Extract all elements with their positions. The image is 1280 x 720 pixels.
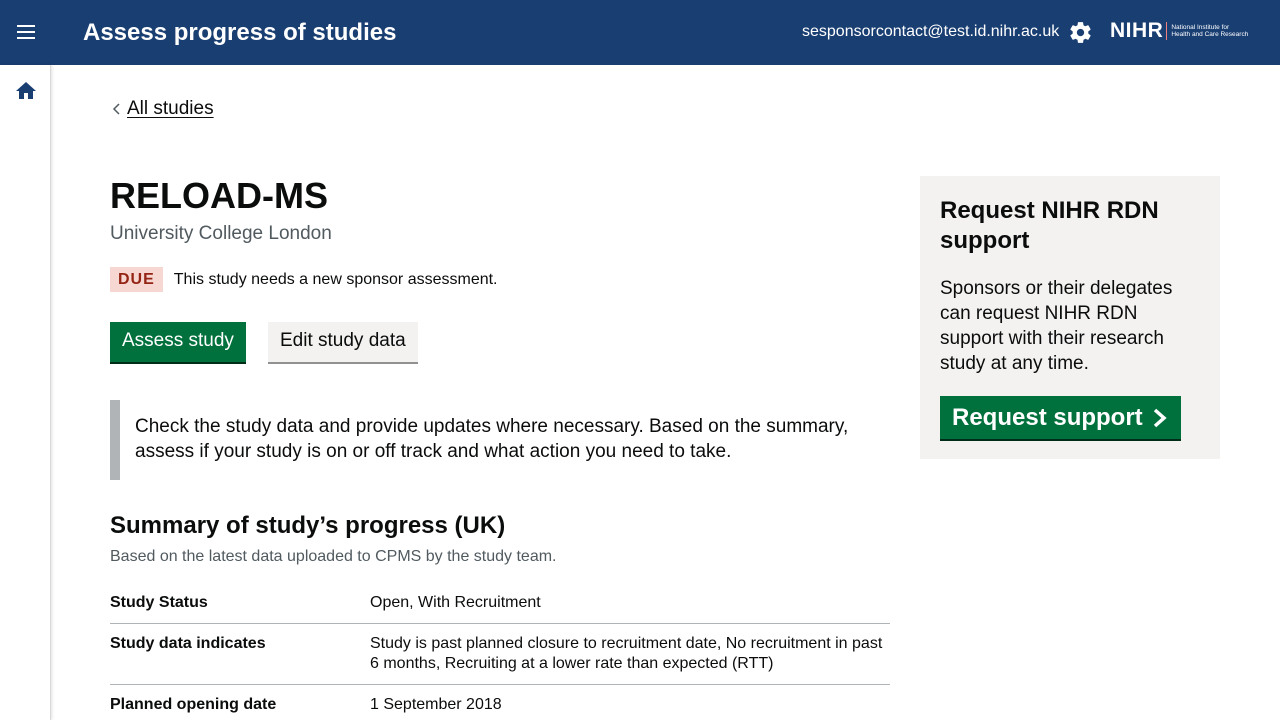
summary-key: Study data indicates <box>110 635 266 652</box>
study-title: RELOAD-MS <box>110 175 328 216</box>
summary-value: Study is past planned closure to recruit… <box>370 635 883 672</box>
status-badge: DUE <box>110 267 163 292</box>
logo-wordmark: NIHR <box>1110 19 1164 42</box>
summary-title: Summary of study’s progress (UK) <box>110 512 506 539</box>
summary-row: Study data indicates Study is past plann… <box>110 624 890 685</box>
side-navigation <box>0 65 51 720</box>
chevron-left-icon <box>112 103 120 115</box>
home-icon <box>16 82 36 99</box>
home-button[interactable] <box>14 79 38 103</box>
logo-subtitle-line-2: Health and Care Research <box>1171 31 1249 38</box>
breadcrumb: All studies <box>110 97 214 121</box>
support-panel: Request NIHR RDN support Sponsors or the… <box>920 176 1220 459</box>
summary-list: Study Status Open, With Recruitment Stud… <box>110 584 890 720</box>
request-support-button[interactable]: Request support <box>940 396 1181 439</box>
logo-subtitle-line-1: National Institute for <box>1171 23 1230 31</box>
study-organisation: University College London <box>110 223 332 244</box>
app-header: Assess progress of studies sesponsorcont… <box>0 0 1280 65</box>
summary-row: Planned opening date 1 September 2018 <box>110 685 890 720</box>
support-panel-body: Sponsors or their delegates can request … <box>940 278 1173 374</box>
logo-divider <box>1166 22 1168 40</box>
assess-study-button[interactable]: Assess study <box>110 322 246 362</box>
app-title: Assess progress of studies <box>83 19 397 46</box>
summary-value: Open, With Recruitment <box>370 594 541 611</box>
chevron-right-icon <box>1153 408 1167 427</box>
user-email: sesponsorcontact@test.id.nihr.ac.uk <box>802 23 1060 40</box>
summary-key: Planned opening date <box>110 696 277 713</box>
menu-button[interactable] <box>10 15 44 49</box>
inset-text: Check the study data and provide updates… <box>110 400 890 480</box>
gear-icon <box>1070 22 1091 43</box>
menu-icon <box>17 25 35 39</box>
logo-subtitle: National Institute for Health and Care R… <box>1171 24 1248 39</box>
summary-key: Study Status <box>110 594 208 611</box>
settings-button[interactable] <box>1068 20 1093 45</box>
summary-row: Study Status Open, With Recruitment <box>110 584 890 624</box>
summary-subtitle: Based on the latest data uploaded to CPM… <box>110 548 557 565</box>
request-support-label: Request support <box>952 403 1143 431</box>
all-studies-link[interactable]: All studies <box>127 97 214 121</box>
support-panel-title: Request NIHR RDN support <box>940 197 1159 254</box>
status-row: DUE This study needs a new sponsor asses… <box>110 267 498 292</box>
status-text: This study needs a new sponsor assessmen… <box>173 271 498 288</box>
summary-value: 1 September 2018 <box>370 696 502 713</box>
nihr-logo: NIHR National Institute for Health and C… <box>1110 19 1270 43</box>
edit-study-data-button[interactable]: Edit study data <box>268 322 418 362</box>
